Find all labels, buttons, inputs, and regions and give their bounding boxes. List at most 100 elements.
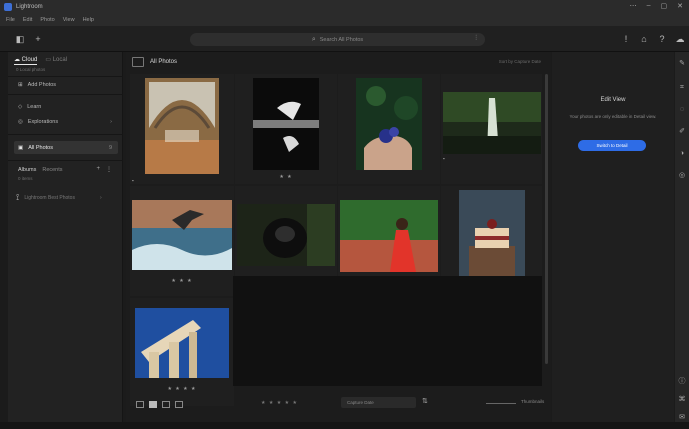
photo-waterfall[interactable] [442,92,541,154]
divider [8,134,123,135]
menu-photo[interactable]: Photo [40,17,54,23]
menu-help[interactable]: Help [83,17,94,23]
edit-panel-description: Your photos are only editable in Detail … [569,114,657,119]
switch-to-detail-button[interactable]: Switch to Detail [578,140,646,151]
sidebar-item-learn[interactable]: ◇ Learn [14,100,118,113]
sidebar-item-explorations[interactable]: ◎ Explorations › [14,115,118,128]
photo-cake[interactable] [458,190,525,282]
grid-header: All Photos Sort by Capture Date [126,52,551,72]
chevron-right-icon: › [99,194,102,201]
status-bar [0,422,689,429]
photo-cell[interactable] [338,74,440,184]
sidebar-item-all-photos[interactable]: ▣ All Photos 9 [14,141,118,154]
photo-hands[interactable] [253,78,319,170]
photos-icon: ▣ [18,144,24,151]
photo-seagull[interactable] [132,200,232,270]
search-icon: ⌕ [311,35,316,43]
photo-badge-icon: ▪ [132,178,134,183]
zoom-label: Thumbnails [521,399,545,404]
panel-toggle-icon[interactable]: ◧ [14,34,26,44]
divider [8,76,123,77]
comment-icon[interactable]: ✉ [678,414,686,422]
grid-scrollbar[interactable] [545,74,548,364]
window-title: Lightroom [16,4,43,10]
tab-cloud[interactable]: ☁ Cloud [14,56,38,65]
minimize-icon[interactable]: – [647,2,651,10]
keyword-icon[interactable]: ⌘ [678,396,686,404]
album-options-icon[interactable]: ⋮ [106,166,112,173]
learn-icon: ◇ [18,103,23,110]
photo-grid-panel: All Photos Sort by Capture Date ▪ ★ ★ ▪ … [126,52,551,422]
view-photo-grid-icon[interactable] [149,400,157,408]
divider [8,94,123,95]
heal-icon[interactable]: ◌ [678,106,686,114]
sort-menu[interactable]: Sort by Capture Date [499,59,541,64]
add-icon[interactable]: + [32,34,44,44]
zoom-slider[interactable] [486,403,516,404]
panel-toggle-icon[interactable] [132,57,144,67]
albums-filter[interactable]: Recents [42,167,62,173]
photo-cell[interactable]: ★ ★ ★ [130,186,234,296]
photo-cell[interactable]: ★ ★ [235,74,337,184]
left-panel: ☁ Cloud ▭ Local 0 Local photos ⊞ Add Pho… [8,52,123,422]
edit-panel: Edit View Your photos are only editable … [552,52,674,422]
photo-columns[interactable] [135,308,229,378]
cloud-sync-icon[interactable]: ☁ [674,34,686,44]
crop-icon[interactable]: ⌗ [678,84,686,92]
home-icon[interactable]: ⌂ [638,34,650,44]
view-single-icon[interactable] [175,400,183,408]
photo-rating[interactable]: ★ ★ [235,174,337,180]
photo-cell[interactable]: ★ ★ ★ ★ [130,298,234,406]
mask-icon[interactable]: ◎ [678,172,686,180]
rating-filter[interactable]: ★ ★ ★ ★ ★ [261,400,298,406]
view-detail-icon[interactable] [162,400,170,408]
lightroom-window: Lightroom ⋯ – ▢ ✕ File Edit Photo View H… [0,0,689,429]
tour-icon: ⟟ [16,192,20,202]
add-photos-icon: ⊞ [18,81,23,88]
search-bar[interactable]: ⌕ Search All Photos ⫶ [190,33,485,46]
menu-view[interactable]: View [63,17,75,23]
explore-icon: ◎ [18,118,23,125]
photo-woman[interactable] [340,200,438,272]
album-lightroom-best[interactable]: ⟟ Lightroom Best Photos › [16,192,102,203]
albums-subtitle: 0 items [18,176,33,181]
sort-direction-icon[interactable]: ⇅ [422,397,428,405]
close-icon[interactable]: ✕ [677,2,683,10]
source-subtitle: 0 Local photos [16,67,46,72]
title-bar: Lightroom ⋯ – ▢ ✕ [0,0,689,14]
photo-rating[interactable]: ★ ★ ★ [130,278,234,284]
photo-cell[interactable]: ▪ [441,74,542,184]
sort-dropdown[interactable]: Capture Date [341,397,416,408]
page-title: All Photos [150,59,178,65]
edit-icon[interactable]: ✎ [678,60,686,68]
info-icon[interactable]: ! [620,34,632,44]
menu-edit[interactable]: Edit [23,17,32,23]
maximize-icon[interactable]: ▢ [661,2,668,10]
albums-header[interactable]: Albums Recents [18,167,63,173]
photo-gorilla[interactable] [237,204,335,266]
edit-panel-title: Edit View [600,97,626,103]
divider [8,160,123,161]
filter-icon[interactable]: ⫶ [475,35,477,43]
all-photos-count: 9 [108,144,112,151]
photo-cell[interactable]: ▪ [130,74,234,184]
albums-actions: + ⋮ [96,166,112,173]
add-photos-button[interactable]: ⊞ Add Photos [14,78,118,91]
chevron-right-icon: › [110,118,112,125]
more-icon[interactable]: ⋯ [630,2,637,10]
window-controls: ⋯ – ▢ ✕ [630,2,683,10]
menu-file[interactable]: File [6,17,15,23]
edit-rail: ✎ ⌗ ◌ ✐ ◑ ◎ ⓘ ⌘ ✉ [675,52,689,422]
tab-local[interactable]: ▭ Local [45,56,67,65]
photo-blueberries[interactable] [356,78,422,170]
help-icon[interactable]: ? [656,34,668,44]
brush-icon[interactable]: ✐ [678,128,686,136]
search-input[interactable]: Search All Photos [320,37,363,43]
photo-station[interactable] [145,78,219,174]
add-album-icon[interactable]: + [96,166,100,173]
photo-badge-icon: ▪ [443,156,445,161]
gradient-icon[interactable]: ◑ [678,150,686,158]
info-icon[interactable]: ⓘ [678,378,686,386]
view-square-grid-icon[interactable] [136,400,144,408]
menu-bar: File Edit Photo View Help [0,14,689,26]
